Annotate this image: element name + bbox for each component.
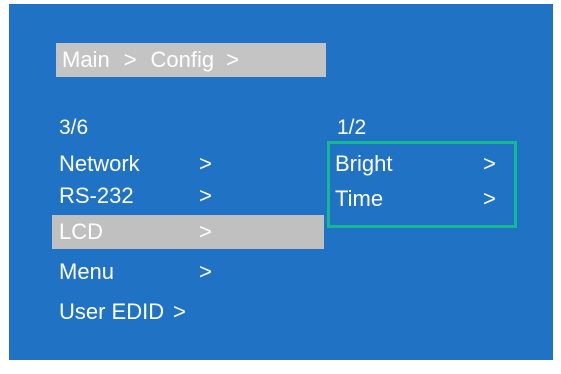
breadcrumb-separator-icon: > (123, 47, 137, 72)
chevron-right-icon: > (199, 219, 212, 244)
breadcrumb-separator-icon: > (226, 47, 239, 72)
breadcrumb-config[interactable]: Config (137, 47, 215, 73)
chevron-right-icon: > (199, 183, 212, 208)
menu-item-label: LCD (59, 219, 104, 244)
right-page-counter: 1/2 (337, 116, 367, 139)
menu-item-label: RS-232 (59, 183, 134, 208)
menu-item-label: Menu (59, 259, 115, 284)
breadcrumb-main[interactable]: Main (56, 47, 110, 73)
chevron-right-icon: > (199, 259, 212, 284)
chevron-right-icon: > (199, 151, 212, 176)
breadcrumb: Main > Config > (56, 43, 326, 77)
lcd-screen: Main > Config > 3/6 Network > RS-232 > L… (9, 4, 553, 360)
menu-item-network[interactable]: Network > (59, 148, 324, 180)
submenu-highlight-frame (327, 141, 517, 228)
left-page-counter: 3/6 (59, 116, 89, 139)
menu-item-menu[interactable]: Menu > (59, 256, 324, 288)
menu-item-rs232[interactable]: RS-232 > (59, 180, 324, 212)
menu-item-user-edid[interactable]: User EDID > (59, 296, 324, 328)
chevron-right-icon: > (173, 299, 186, 324)
menu-item-label: User EDID (59, 299, 165, 324)
menu-item-label: Network (59, 151, 140, 176)
menu-item-lcd[interactable]: LCD > (52, 215, 324, 249)
